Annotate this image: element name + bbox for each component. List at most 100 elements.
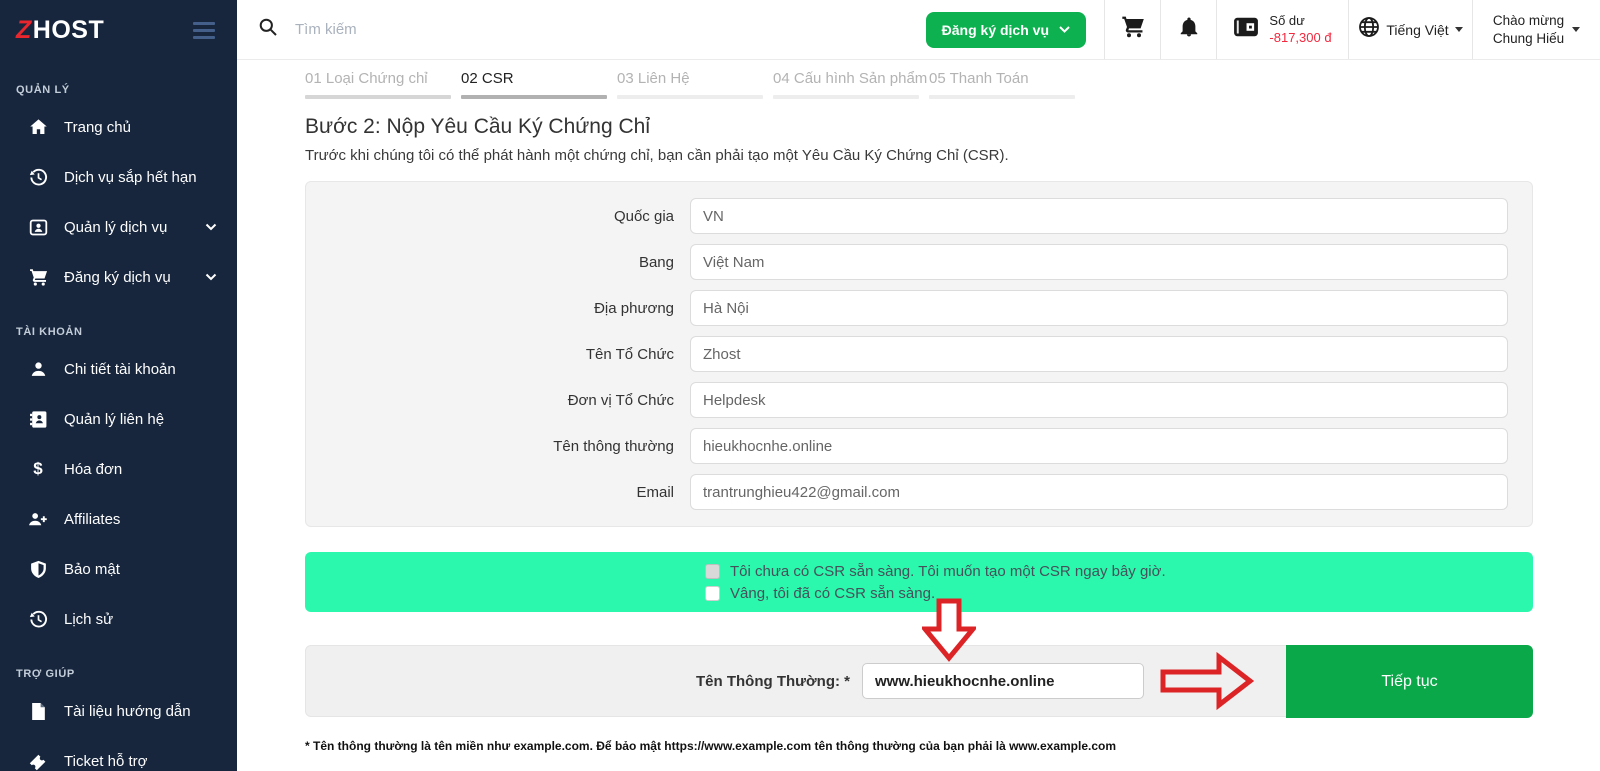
caret-down-icon	[1454, 27, 1463, 32]
account-username: Chung Hiếu	[1492, 30, 1565, 46]
sidebar-section-account: TÀI KHOẢN	[16, 326, 83, 338]
common-name-required-label: Tên Thông Thường: *	[696, 672, 850, 690]
register-service-label: Đăng ký dịch vụ	[941, 21, 1049, 38]
checkbox-generate-csr[interactable]	[705, 563, 720, 579]
step-tab-contact[interactable]: 03 Liên Hệ	[617, 70, 773, 99]
common-name-input[interactable]	[862, 663, 1144, 699]
id-card-icon	[28, 217, 48, 237]
sidebar-item-register-services[interactable]: Đăng ký dịch vụ	[0, 252, 237, 302]
page-subtitle: Trước khi chúng tôi có thể phát hành một…	[305, 147, 1009, 164]
step-label: Cấu hình Sản phẩm	[793, 70, 928, 87]
sidebar-item-label: Tài liệu hướng dẫn	[64, 702, 191, 720]
sidebar-item-docs[interactable]: Tài liệu hướng dẫn	[0, 686, 237, 736]
cart-button[interactable]	[1104, 0, 1160, 59]
email-label: Email	[636, 483, 674, 501]
sidebar-item-label: Dịch vụ sắp hết hạn	[64, 168, 197, 186]
user-icon	[28, 359, 48, 379]
chevron-down-icon	[205, 218, 217, 236]
globe-icon	[1358, 16, 1380, 43]
step-progress-bar	[929, 95, 1075, 99]
caret-down-icon	[1572, 27, 1581, 32]
wizard-steps: 01 Loại Chứng chỉ 02 CSR 03 Liên Hệ 04 C…	[305, 70, 1533, 99]
csr-option-label: Tôi chưa có CSR sẵn sàng. Tôi muốn tạo m…	[730, 562, 1166, 580]
organization-label: Tên Tổ Chức	[585, 345, 674, 363]
balance-label: Số dư	[1269, 13, 1305, 29]
wallet-icon	[1233, 15, 1259, 44]
menu-toggle-icon[interactable]	[193, 18, 215, 43]
chevron-down-icon	[205, 268, 217, 286]
history-icon	[28, 167, 48, 187]
sidebar-item-label: Quản lý liên hệ	[64, 410, 165, 428]
bell-icon	[1178, 16, 1200, 43]
csr-form-panel: Quốc gia Bang Địa phương Tên Tổ Chức Đơn…	[305, 181, 1533, 527]
state-field[interactable]	[690, 244, 1508, 280]
locality-field[interactable]	[690, 290, 1508, 326]
chevron-down-icon	[1059, 26, 1070, 33]
step-label: Liên Hệ	[637, 70, 690, 87]
csr-option-generate[interactable]: Tôi chưa có CSR sẵn sàng. Tôi muốn tạo m…	[705, 563, 1533, 580]
step-progress-bar	[461, 95, 607, 99]
brand-logo-z: Z	[16, 15, 32, 44]
topbar: Đăng ký dịch vụ Số dư -817,300 đ Tiếng V…	[237, 0, 1600, 60]
sidebar-item-security[interactable]: Bảo mật	[0, 544, 237, 594]
brand-logo-text: HOST	[32, 15, 105, 44]
user-plus-icon	[28, 509, 48, 529]
sidebar-item-invoices[interactable]: $ Hóa đơn	[0, 444, 237, 494]
step-progress-bar	[617, 95, 763, 99]
sidebar-section-help: TRỢ GIÚP	[16, 668, 75, 680]
sidebar-item-affiliates[interactable]: Affiliates	[0, 494, 237, 544]
sidebar-item-label: Affiliates	[64, 510, 121, 528]
continue-button[interactable]: Tiếp tục	[1286, 645, 1533, 718]
search-input[interactable]	[295, 21, 715, 38]
cart-icon	[28, 267, 48, 287]
sidebar-item-home[interactable]: Trang chủ	[0, 102, 237, 152]
balance-widget[interactable]: Số dư -817,300 đ	[1216, 0, 1348, 59]
sidebar-item-account-details[interactable]: Chi tiết tài khoản	[0, 344, 237, 394]
sidebar-item-expiring-services[interactable]: Dịch vụ sắp hết hạn	[0, 152, 237, 202]
country-field[interactable]	[690, 198, 1508, 234]
step-progress-bar	[773, 95, 919, 99]
document-icon	[28, 701, 48, 721]
search-area	[237, 0, 926, 59]
search-icon[interactable]	[258, 17, 278, 42]
csr-option-have[interactable]: Vâng, tôi đã có CSR sẵn sàng.	[705, 585, 1533, 602]
locality-label: Địa phương	[594, 299, 674, 317]
common-name-field[interactable]	[690, 428, 1508, 464]
register-service-button[interactable]: Đăng ký dịch vụ	[925, 11, 1086, 48]
common-name-action-row: Tên Thông Thường: * Tiếp tục	[305, 645, 1533, 718]
ticket-icon	[28, 751, 48, 771]
brand-logo[interactable]: ZHOST	[16, 16, 104, 45]
shield-icon	[28, 559, 48, 579]
sidebar-item-label: Đăng ký dịch vụ	[64, 268, 171, 286]
organization-unit-field[interactable]	[690, 382, 1508, 418]
step-tab-certificate-type[interactable]: 01 Loại Chứng chỉ	[305, 70, 461, 99]
sidebar-item-manage-contacts[interactable]: Quản lý liên hệ	[0, 394, 237, 444]
state-label: Bang	[638, 253, 674, 271]
email-field[interactable]	[690, 474, 1508, 510]
account-menu[interactable]: Chào mừng Chung Hiếu	[1472, 0, 1600, 59]
sidebar-item-label: Quản lý dịch vụ	[64, 218, 168, 236]
common-name-label: Tên thông thường	[553, 437, 674, 455]
notifications-button[interactable]	[1160, 0, 1216, 59]
step-label: CSR	[481, 70, 514, 87]
step-number: 03	[617, 70, 634, 87]
language-selector[interactable]: Tiếng Việt	[1348, 0, 1472, 59]
sidebar-item-support-ticket[interactable]: Ticket hỗ trợ	[0, 736, 237, 771]
organization-field[interactable]	[690, 336, 1508, 372]
organization-unit-label: Đơn vị Tổ Chức	[567, 391, 674, 409]
sidebar-section-manage: QUẢN LÝ	[16, 84, 70, 96]
step-tab-product-config[interactable]: 04 Cấu hình Sản phẩm	[773, 70, 929, 99]
dollar-icon: $	[33, 459, 43, 478]
sidebar-item-label: Trang chủ	[64, 118, 131, 136]
checkbox-have-csr[interactable]	[705, 585, 720, 601]
app-window: ZHOST QUẢN LÝ Trang chủ Dịch vụ sắp hết …	[0, 0, 1600, 771]
sidebar-item-manage-services[interactable]: Quản lý dịch vụ	[0, 202, 237, 252]
step-tab-payment[interactable]: 05 Thanh Toán	[929, 70, 1085, 99]
common-name-footnote: * Tên thông thường là tên miền như examp…	[305, 739, 1117, 753]
step-number: 04	[773, 70, 790, 87]
sidebar-item-history[interactable]: Lịch sử	[0, 594, 237, 644]
sidebar-item-label: Ticket hỗ trợ	[64, 752, 148, 770]
country-label: Quốc gia	[613, 207, 674, 225]
step-tab-csr[interactable]: 02 CSR	[461, 70, 617, 99]
history-icon	[28, 609, 48, 629]
